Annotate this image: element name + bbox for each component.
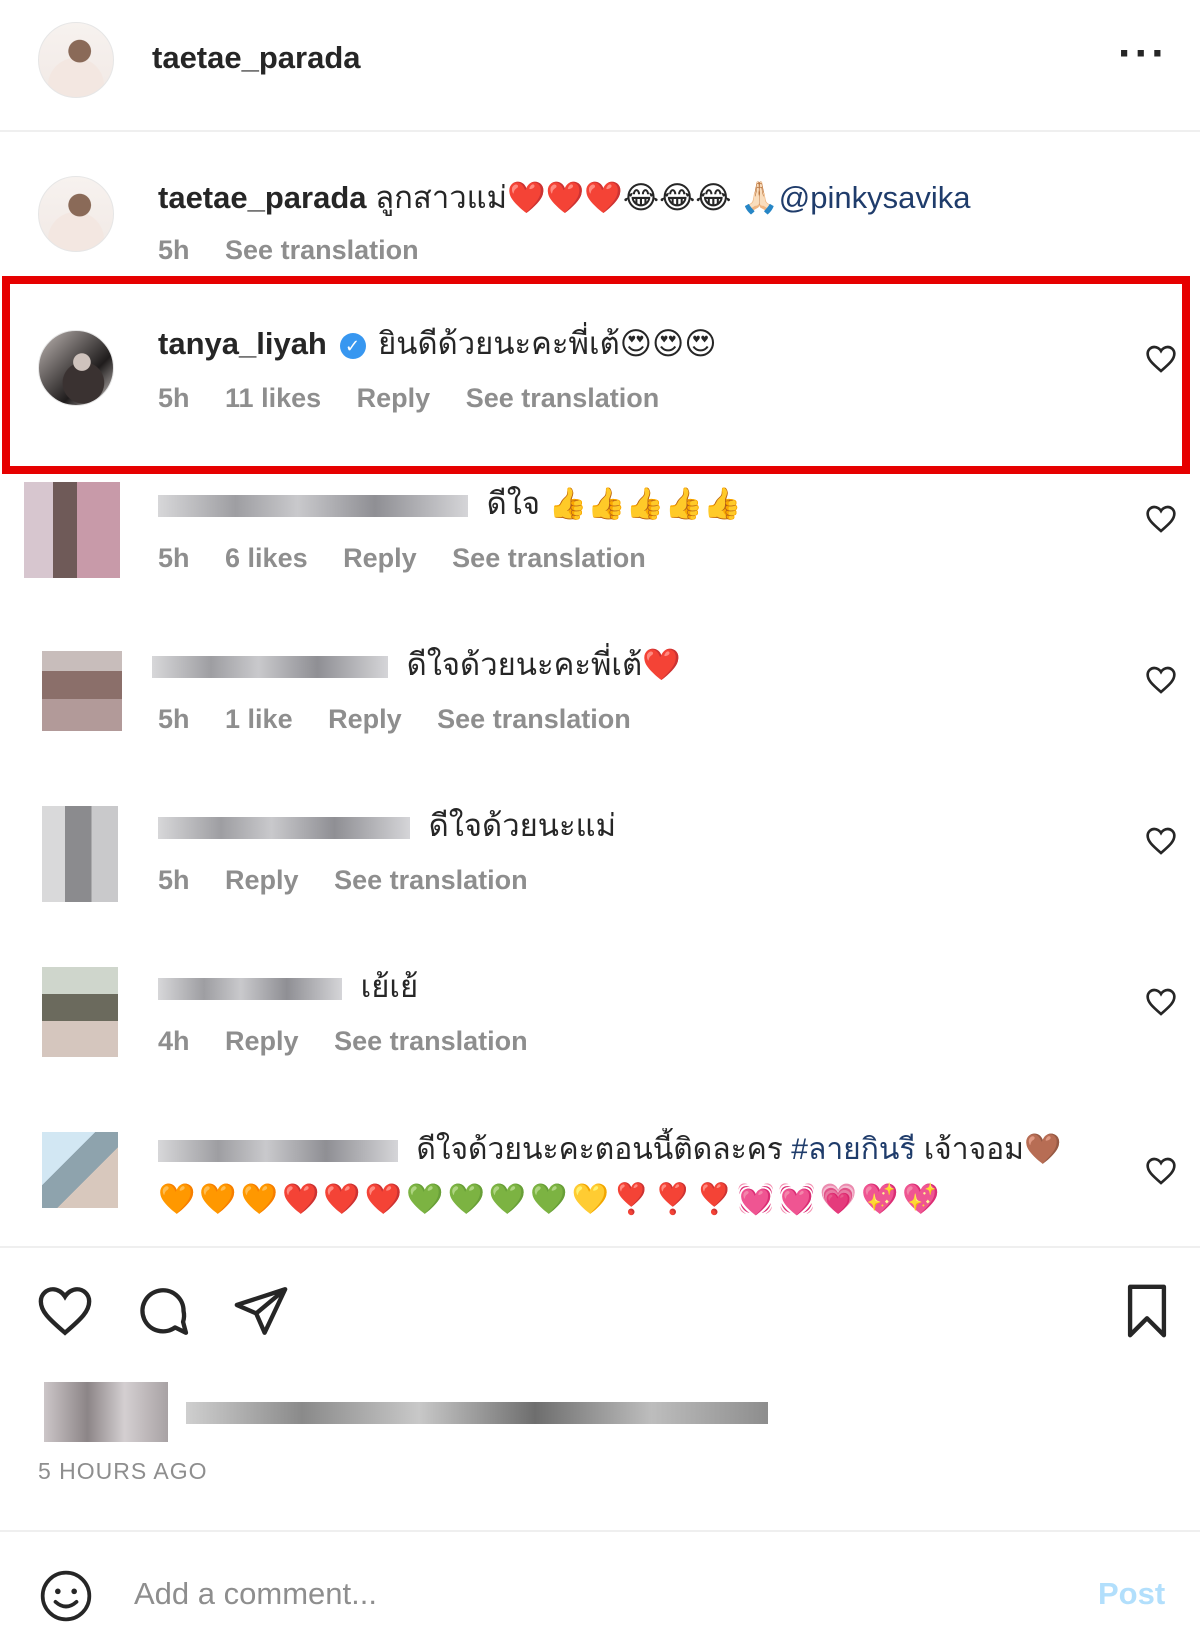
author-username[interactable]: taetae_parada	[152, 40, 361, 76]
redacted-username[interactable]	[152, 655, 388, 678]
redacted-username[interactable]	[158, 1140, 398, 1163]
like-comment-heart-icon[interactable]	[1145, 504, 1177, 534]
commenter-avatar[interactable]	[42, 967, 118, 1057]
caption-time: 5h	[158, 235, 190, 265]
see-translation-button[interactable]: See translation	[225, 235, 419, 265]
commenter-avatar[interactable]	[42, 806, 118, 902]
share-paper-plane-icon[interactable]	[232, 1282, 290, 1340]
caption: taetae_parada ลูกสาวแม่❤️❤️❤️😂😂😂 🙏🏻@pink…	[0, 170, 1200, 280]
redacted-username[interactable]	[158, 816, 410, 839]
like-comment-heart-icon[interactable]	[1145, 1156, 1177, 1186]
see-translation-button[interactable]: See translation	[437, 704, 631, 734]
reply-button[interactable]: Reply	[225, 865, 299, 895]
comment-text: เย้เย้	[360, 969, 419, 1004]
see-translation-button[interactable]: See translation	[334, 865, 528, 895]
post-header: taetae_parada ···	[0, 0, 1200, 132]
see-translation-button[interactable]: See translation	[452, 543, 646, 573]
comment-item: เย้เย้ 4h Reply See translation	[0, 965, 1200, 1085]
like-comment-heart-icon[interactable]	[1145, 987, 1177, 1017]
comment-text: ดีใจ 👍👍👍👍👍	[486, 486, 742, 521]
like-heart-icon[interactable]	[36, 1282, 94, 1340]
actions-divider	[0, 1246, 1200, 1248]
comment-item: ดีใจด้วยนะคะพี่เต้❤️ 5h 1 like Reply See…	[0, 643, 1200, 763]
comment-bar-divider	[0, 1530, 1200, 1532]
caption-avatar[interactable]	[38, 176, 114, 252]
reply-button[interactable]: Reply	[225, 1026, 299, 1056]
see-translation-button[interactable]: See translation	[334, 1026, 528, 1056]
comment-bubble-icon[interactable]	[134, 1282, 192, 1340]
bookmark-icon[interactable]	[1118, 1282, 1176, 1340]
comment-text: ดีใจด้วยนะคะตอนนี้ติดละคร	[416, 1133, 783, 1166]
post-button[interactable]: Post	[1098, 1576, 1165, 1612]
caption-username[interactable]: taetae_parada	[158, 180, 367, 215]
comment-hashtag[interactable]: #ลายกินรี	[791, 1133, 915, 1166]
liked-by-text[interactable]	[186, 1402, 768, 1424]
add-comment-input[interactable]: Add a comment...	[134, 1576, 377, 1612]
comment-time: 5h	[158, 704, 190, 734]
commenter-avatar[interactable]	[42, 1132, 118, 1208]
comment-time: 5h	[158, 865, 190, 895]
comment-item: ดีใจ 👍👍👍👍👍 5h 6 likes Reply See translat…	[0, 482, 1200, 602]
comment-item: ดีใจด้วยนะแม่ 5h Reply See translation	[0, 804, 1200, 924]
liked-by-avatars[interactable]	[44, 1382, 168, 1442]
like-comment-heart-icon[interactable]	[1145, 665, 1177, 695]
comment-item: ดีใจด้วยนะคะตอนนี้ติดละคร #ลายกินรี เจ้า…	[0, 1128, 1200, 1240]
highlight-frame	[2, 276, 1190, 474]
comment-text: ดีใจด้วยนะแม่	[428, 808, 617, 843]
comment-text: ดีใจด้วยนะคะพี่เต้❤️	[406, 647, 681, 682]
caption-text: ลูกสาวแม่❤️❤️❤️😂😂😂 🙏🏻	[375, 180, 779, 215]
caption-mention[interactable]: @pinkysavika	[779, 180, 971, 215]
redacted-username[interactable]	[158, 494, 468, 517]
more-horizontal-icon[interactable]: ···	[1118, 32, 1168, 76]
post-time: 5 HOURS AGO	[38, 1458, 208, 1484]
emoji-smile-icon[interactable]	[38, 1568, 94, 1624]
reply-button[interactable]: Reply	[343, 543, 417, 573]
comment-time: 4h	[158, 1026, 190, 1056]
comment-time: 5h	[158, 543, 190, 573]
like-comment-heart-icon[interactable]	[1145, 826, 1177, 856]
author-avatar[interactable]	[38, 22, 114, 98]
comment-likes[interactable]: 6 likes	[225, 543, 308, 573]
comment-likes[interactable]: 1 like	[225, 704, 293, 734]
redacted-username[interactable]	[158, 977, 342, 1000]
reply-button[interactable]: Reply	[328, 704, 402, 734]
comment-text-after: เจ้าจอม🤎	[923, 1133, 1062, 1166]
commenter-avatar[interactable]	[42, 651, 122, 731]
comment-emoji-line: 🧡🧡🧡❤️❤️❤️💚💚💚💚💛❣️❣️❣️💓💓💗💖💖	[158, 1183, 944, 1216]
commenter-avatar[interactable]	[24, 482, 120, 578]
